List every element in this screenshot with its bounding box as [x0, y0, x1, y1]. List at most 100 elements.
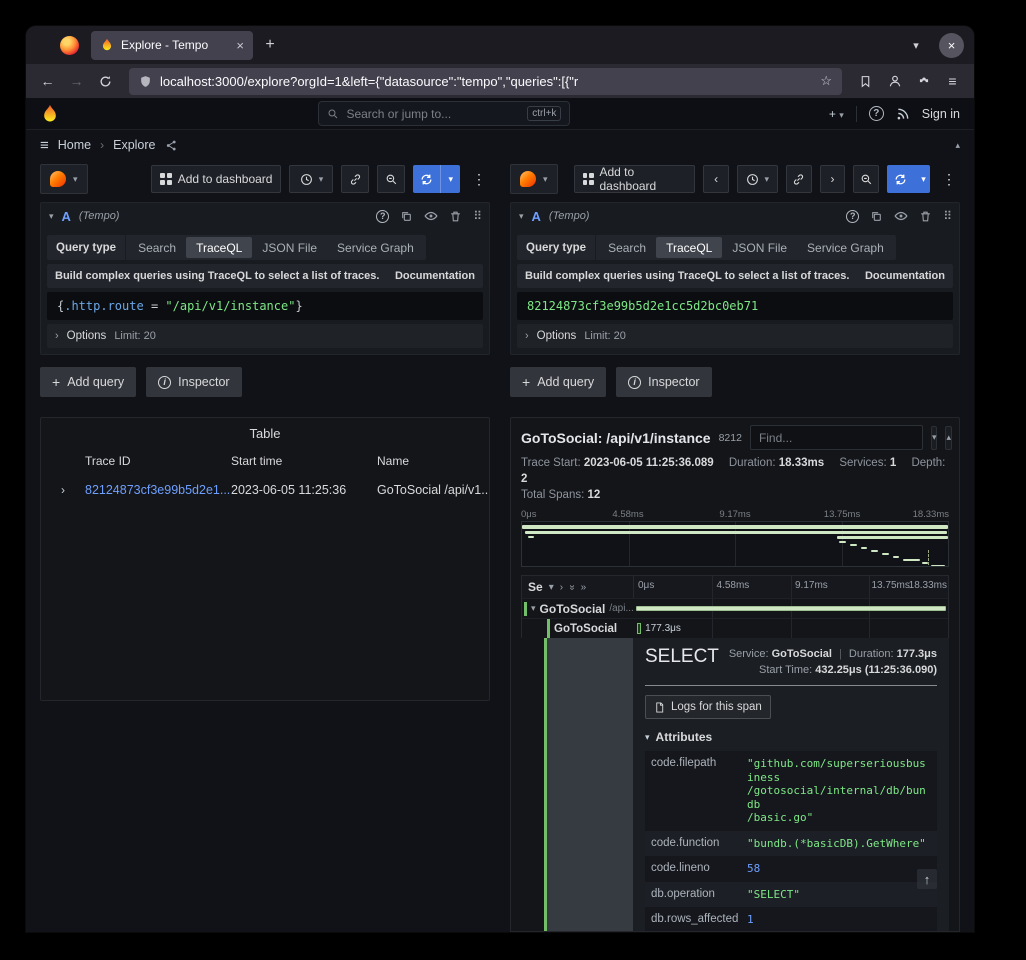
add-query-button[interactable]: + Add query [40, 367, 136, 397]
url-bar[interactable]: localhost:3000/explore?orgId=1&left={"da… [129, 68, 842, 95]
minimap-graph[interactable] [521, 521, 949, 567]
reload-button[interactable] [92, 68, 119, 94]
delete-query-trash-icon[interactable] [449, 210, 462, 223]
logs-for-span-button[interactable]: Logs for this span [645, 695, 771, 719]
account-button[interactable] [881, 68, 908, 94]
copy-link-button[interactable] [341, 165, 369, 193]
span-timeline-cell[interactable] [634, 599, 948, 618]
duplicate-query-icon[interactable] [400, 210, 413, 223]
inspector-button[interactable]: i Inspector [146, 367, 241, 397]
attribute-row[interactable]: db.operation"SELECT" [645, 882, 937, 908]
time-shift-forward-button[interactable]: › [820, 165, 846, 193]
query-row-header[interactable]: ▾ A (Tempo) ? ⠿ [511, 203, 959, 229]
query-help-icon[interactable]: ? [376, 210, 389, 223]
inspector-button[interactable]: i Inspector [616, 367, 711, 397]
tab-search[interactable]: Search [598, 237, 656, 258]
tab-service-graph[interactable]: Service Graph [327, 237, 424, 258]
time-picker-button[interactable]: ▾ [737, 165, 778, 193]
trace-id-link[interactable]: 82124873cf3e99b5d2e1... [85, 483, 231, 497]
collapse-span-icon[interactable]: ▾ [531, 603, 536, 614]
column-trace-id[interactable]: Trace ID [85, 454, 231, 468]
tab-search[interactable]: Search [128, 237, 186, 258]
options-row[interactable]: › Options Limit: 20 [47, 324, 483, 348]
disable-query-eye-icon[interactable] [424, 209, 438, 223]
tab-close-icon[interactable]: × [236, 39, 244, 52]
back-button[interactable]: ← [34, 68, 61, 94]
trace-minimap[interactable]: 0μs 4.58ms 9.17ms 13.75ms 18.33ms [521, 509, 949, 567]
service-operation-header[interactable]: Se ▾ › » » [522, 576, 634, 598]
app-menu-button[interactable]: ≡ [939, 68, 966, 94]
attribute-row[interactable]: code.lineno58 [645, 856, 937, 882]
span-duration-marker[interactable]: 177.3μs [637, 623, 681, 634]
collapse-query-icon[interactable]: ▾ [519, 211, 524, 222]
tab-traceql[interactable]: TraceQL [186, 237, 252, 258]
help-button[interactable]: ? [869, 106, 884, 121]
sign-in-button[interactable]: Sign in [922, 107, 960, 121]
bookmarks-button[interactable] [852, 68, 879, 94]
find-next-button[interactable]: ▾ [931, 426, 938, 450]
browser-tab[interactable]: Explore - Tempo × [91, 31, 253, 60]
breadcrumb-home[interactable]: Home [58, 138, 91, 152]
bookmark-star-icon[interactable]: ☆ [820, 73, 832, 89]
span-duration-bar[interactable] [636, 606, 947, 611]
drag-handle-icon[interactable]: ⠿ [943, 209, 951, 223]
run-query-button[interactable]: ▾ [887, 165, 930, 193]
datasource-picker[interactable]: ▾ [40, 164, 88, 194]
find-input[interactable] [750, 425, 923, 450]
traceql-code-editor[interactable]: 82124873cf3e99b5d2e1cc5d2bc0eb71 [517, 292, 953, 320]
drag-handle-icon[interactable]: ⠿ [473, 209, 481, 223]
traceql-code-editor[interactable]: {.http.route = "/api/v1/instance"} [47, 292, 483, 320]
scroll-to-top-button[interactable]: ↑ [917, 869, 937, 889]
add-query-button[interactable]: + Add query [510, 367, 606, 397]
tab-json-file[interactable]: JSON File [252, 237, 327, 258]
attribute-row[interactable]: code.filepath"github.com/superseriousbus… [645, 751, 937, 831]
query-row-header[interactable]: ▾ A (Tempo) ? ⠿ [41, 203, 489, 229]
shield-icon[interactable] [139, 75, 152, 88]
documentation-link[interactable]: Documentation [395, 270, 475, 282]
span-name-cell[interactable]: ▾ GoToSocial /api... [522, 599, 634, 618]
options-row[interactable]: › Options Limit: 20 [517, 324, 953, 348]
tab-json-file[interactable]: JSON File [722, 237, 797, 258]
new-button[interactable]: + ▾ [829, 107, 844, 121]
list-tabs-button[interactable]: ▾ [903, 39, 929, 52]
duplicate-query-icon[interactable] [870, 210, 883, 223]
expand-all-icon[interactable]: » [566, 584, 577, 590]
query-help-icon[interactable]: ? [846, 210, 859, 223]
extensions-button[interactable] [910, 68, 937, 94]
breadcrumb-page[interactable]: Explore [113, 138, 155, 152]
attribute-row[interactable]: code.function"bundb.(*basicDB).GetWhere" [645, 831, 937, 857]
row-expander-icon[interactable]: › [41, 483, 85, 497]
search-input[interactable]: Search or jump to... ctrl+k [318, 101, 570, 126]
zoom-out-button[interactable] [853, 165, 879, 193]
span-timeline-cell[interactable]: 177.3μs [634, 619, 948, 638]
delete-query-trash-icon[interactable] [919, 210, 932, 223]
time-picker-button[interactable]: ▾ [289, 165, 333, 193]
add-to-dashboard-button[interactable]: Add to dashboard [151, 165, 282, 193]
collapse-query-icon[interactable]: ▾ [49, 211, 54, 222]
pane-kebab-menu[interactable]: ⋮ [938, 171, 960, 188]
pane-kebab-menu[interactable]: ⋮ [468, 171, 490, 188]
mega-menu-button[interactable]: ≡ [40, 137, 49, 154]
span-name-cell[interactable]: GoToSocial [522, 619, 634, 638]
column-name[interactable]: Name [377, 454, 489, 468]
datasource-picker[interactable]: ▾ [510, 164, 558, 194]
url-text[interactable]: localhost:3000/explore?orgId=1&left={"da… [160, 74, 812, 89]
news-rss-icon[interactable] [896, 107, 910, 121]
column-start-time[interactable]: Start time [231, 454, 377, 468]
copy-link-button[interactable] [786, 165, 812, 193]
table-row[interactable]: › 82124873cf3e99b5d2e1... 2023-06-05 11:… [41, 474, 489, 506]
new-tab-button[interactable]: + [257, 32, 283, 58]
run-query-button[interactable]: ▾ [413, 165, 460, 193]
caret-down-icon[interactable]: ▾ [914, 165, 930, 193]
zoom-out-button[interactable] [377, 165, 405, 193]
collapse-all-icon[interactable]: » [581, 582, 587, 593]
time-shift-back-button[interactable]: ‹ [703, 165, 729, 193]
collapse-topbar-button[interactable]: ▴ [955, 140, 960, 151]
span-row-selected[interactable]: GoToSocial 177.3μs [522, 618, 948, 638]
span-row-root[interactable]: ▾ GoToSocial /api... [522, 598, 948, 618]
chevron-right-icon[interactable]: › [560, 582, 563, 593]
tab-traceql[interactable]: TraceQL [656, 237, 722, 258]
disable-query-eye-icon[interactable] [894, 209, 908, 223]
find-prev-button[interactable]: ▴ [945, 426, 952, 450]
attributes-accordion[interactable]: ▾ Attributes [645, 730, 937, 744]
